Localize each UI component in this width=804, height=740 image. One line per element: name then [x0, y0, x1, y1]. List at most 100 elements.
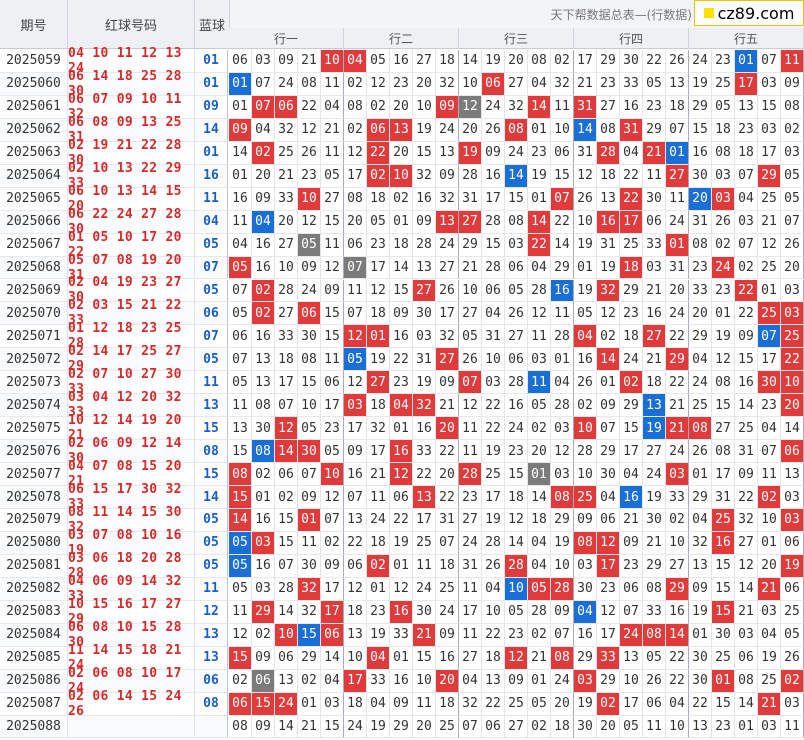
number-cell: 12	[459, 394, 482, 418]
number-cell: 08	[689, 417, 712, 441]
number-cell: 29	[597, 50, 620, 73]
number-cell: 27	[459, 210, 482, 234]
number-cell: 19	[689, 600, 712, 624]
number-cell: 05	[505, 279, 528, 303]
number-cell: 18	[367, 302, 390, 326]
number-cell: 21	[758, 577, 781, 601]
number-cell: 11	[551, 302, 574, 326]
number-cell: 06	[620, 577, 643, 601]
number-cell: 11	[666, 187, 689, 211]
table-row: 2025088 08 09 14 21 15 24 19 29 20 25 07 06 27 02 18 30 2…	[0, 715, 804, 739]
blue-ball-cell: 04	[195, 210, 228, 234]
number-cell: 28	[597, 141, 620, 165]
number-cell: 01	[528, 118, 551, 142]
number-cell: 16	[620, 95, 643, 119]
number-cell: 24	[298, 279, 321, 303]
number-cell: 16	[252, 325, 275, 349]
number-cell: 20	[781, 394, 804, 418]
number-cell: 12	[390, 463, 413, 487]
number-cell: 15	[252, 692, 275, 716]
number-cell: 07	[252, 72, 275, 96]
number-cell: 10	[505, 577, 528, 601]
number-cell: 04	[344, 50, 367, 73]
number-cell: 18	[735, 141, 758, 165]
number-cell: 09	[781, 72, 804, 96]
number-cell: 07	[459, 715, 482, 739]
number-cell: 15	[321, 302, 344, 326]
number-cell: 12	[390, 577, 413, 601]
number-cell: 28	[413, 233, 436, 257]
number-cell: 07	[735, 233, 758, 257]
blue-ball-cell: 13	[195, 394, 228, 418]
number-cell: 10	[574, 463, 597, 487]
number-cell: 16	[390, 325, 413, 349]
number-cell: 24	[666, 440, 689, 464]
number-cell: 03	[551, 417, 574, 441]
number-cell: 20	[390, 95, 413, 119]
number-cell: 29	[758, 164, 781, 188]
group-header-3: 行三	[459, 28, 574, 49]
number-cell: 25	[781, 325, 804, 349]
number-cell: 10	[482, 600, 505, 624]
period-cell: 2025069	[0, 279, 68, 303]
number-cell: 31	[574, 141, 597, 165]
number-cell: 15	[712, 577, 735, 601]
number-cell: 21	[413, 623, 436, 647]
period-cell: 2025065	[0, 187, 68, 211]
number-cell: 24	[436, 233, 459, 257]
number-cell: 02	[781, 118, 804, 142]
period-cell: 2025074	[0, 394, 68, 418]
number-cell: 11	[321, 72, 344, 96]
number-cell: 16	[252, 554, 275, 578]
number-cell: 12	[528, 302, 551, 326]
number-cell: 16	[344, 463, 367, 487]
number-cell: 32	[689, 531, 712, 555]
number-cell: 17	[620, 440, 643, 464]
number-cell: 29	[597, 440, 620, 464]
number-cell: 03	[252, 50, 275, 73]
number-cell: 29	[574, 646, 597, 670]
number-cell: 33	[413, 440, 436, 464]
number-cell: 15	[321, 210, 344, 234]
number-cell: 02	[781, 669, 804, 693]
number-cell: 15	[275, 509, 298, 532]
number-cell: 16	[712, 531, 735, 555]
number-cell: 14	[229, 141, 252, 165]
number-cell: 22	[666, 646, 689, 670]
number-cell: 12	[229, 623, 252, 647]
number-cell: 07	[229, 348, 252, 372]
site-logo[interactable]: cz89.com	[694, 0, 804, 26]
number-cell: 08	[505, 210, 528, 234]
number-cell: 19	[413, 118, 436, 142]
number-cell: 17	[321, 577, 344, 601]
number-cell: 17	[275, 371, 298, 395]
number-cell: 33	[390, 623, 413, 647]
number-cell: 19	[574, 692, 597, 716]
number-cell: 14	[321, 646, 344, 670]
number-cell: 16	[620, 486, 643, 509]
number-cell: 20	[459, 118, 482, 142]
number-cell: 20	[413, 72, 436, 96]
number-cell: 16	[505, 394, 528, 418]
number-cell: 22	[735, 279, 758, 303]
number-cell: 32	[597, 279, 620, 303]
number-cell: 31	[620, 118, 643, 142]
number-cell: 17	[436, 302, 459, 326]
number-cell: 19	[482, 440, 505, 464]
number-cell: 25	[436, 577, 459, 601]
number-cell: 12	[344, 371, 367, 395]
number-cell: 05	[229, 371, 252, 395]
number-cell: 32	[367, 417, 390, 441]
number-cell: 03	[781, 486, 804, 509]
number-cell: 11	[758, 463, 781, 487]
group-header-1: 行一	[229, 28, 344, 49]
number-cell: 15	[758, 95, 781, 119]
number-cell: 27	[413, 279, 436, 303]
number-cell: 07	[229, 279, 252, 303]
number-cell: 15	[229, 440, 252, 464]
number-cell: 12	[712, 348, 735, 372]
blue-ball-cell: 05	[195, 554, 228, 578]
number-cell: 28	[482, 210, 505, 234]
number-cell: 19	[643, 486, 666, 509]
number-cell: 21	[758, 692, 781, 716]
